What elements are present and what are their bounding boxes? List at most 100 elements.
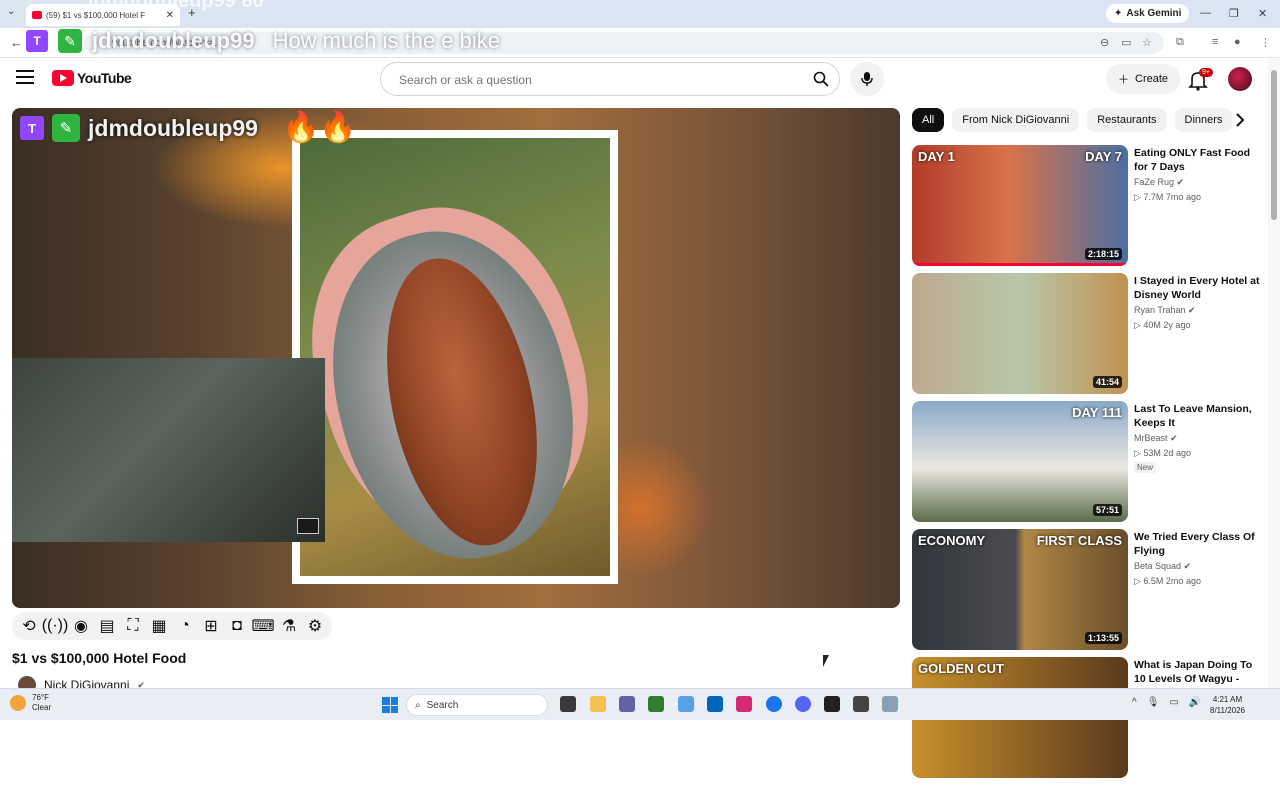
speed-gauge-icon[interactable]: ◔ xyxy=(176,617,194,635)
duration-badge: 2:18:15 xyxy=(1084,248,1122,260)
crop-icon[interactable]: ⛶ xyxy=(124,617,142,635)
task-view-icon[interactable] xyxy=(560,696,576,712)
chip-scroll-right-icon[interactable] xyxy=(1230,110,1250,130)
channel-name: MrBeast xyxy=(1134,433,1168,443)
video-thumbnail[interactable]: DAY 1 DAY 7 2:18:15 xyxy=(912,145,1128,266)
chrome-icon[interactable] xyxy=(766,696,782,712)
recommendation-title[interactable]: Eating ONLY Fast Food for 7 Days xyxy=(1134,146,1260,174)
loop-icon[interactable]: ⟲ xyxy=(20,617,38,635)
browser-menu-icon[interactable]: ⋮ xyxy=(1260,36,1271,49)
taskbar-clock[interactable]: 4:21 AM 8/11/2026 xyxy=(1210,694,1245,716)
recommendation-channel[interactable]: FaZe Rug ✔ xyxy=(1134,177,1184,188)
search-bar[interactable] xyxy=(380,62,840,96)
video-thumbnail[interactable]: DAY 111 57:51 xyxy=(912,401,1128,522)
temperature: 76°F xyxy=(32,693,49,702)
recommendation-title[interactable]: I Stayed in Every Hotel at Disney World xyxy=(1134,274,1260,302)
mic-tray-icon[interactable]: 🎙 xyxy=(1147,697,1160,708)
filter-chip[interactable]: Dinners xyxy=(1174,108,1233,132)
watched-eye-icon[interactable]: ◉ xyxy=(72,617,90,635)
tab-search-icon[interactable]: ⌄ xyxy=(7,6,15,17)
stream-chat-overlay: T ✎ jdmdoubleup99 How much is the e bike xyxy=(26,28,500,54)
recommendation-channel[interactable]: MrBeast ✔ xyxy=(1134,433,1178,444)
volume-icon[interactable]: 🔊 xyxy=(1189,697,1201,708)
audio-waves-icon[interactable]: ((·)) xyxy=(42,617,69,635)
obs-icon[interactable] xyxy=(824,696,840,712)
terminal-icon[interactable] xyxy=(648,696,664,712)
scrollbar-thumb[interactable] xyxy=(1271,70,1277,220)
recommendation-card[interactable]: 41:54 I Stayed in Every Hotel at Disney W… xyxy=(912,273,1264,394)
copilot-icon[interactable] xyxy=(678,696,694,712)
tray-chevron-icon[interactable]: ^ xyxy=(1132,697,1137,708)
keyboard-icon[interactable]: ⌨ xyxy=(251,617,274,635)
thumbnail-caption: GOLDEN CUT xyxy=(918,661,1004,676)
search-icon[interactable] xyxy=(813,71,829,87)
video-thumbnail[interactable]: 41:54 xyxy=(912,273,1128,394)
recommendation-title[interactable]: We Tried Every Class Of Flying xyxy=(1134,530,1260,558)
file-explorer-icon[interactable] xyxy=(590,696,606,712)
teams-icon[interactable] xyxy=(619,696,635,712)
plus-icon: ＋ xyxy=(1118,74,1129,86)
recommendation-card[interactable]: DAY 111 57:51 Last To Leave Mansion, Keeps… xyxy=(912,401,1264,522)
hamburger-menu-icon[interactable] xyxy=(16,70,34,86)
bookmark-star-icon[interactable]: ☆ xyxy=(1142,36,1152,49)
thumbnail-caption: ECONOMY xyxy=(918,533,986,548)
recommendation-card[interactable]: ECONOMY FIRST CLASS 1:13:55 We Tried Every … xyxy=(912,529,1264,650)
recommendation-card[interactable]: DAY 1 DAY 7 2:18:15 Eating ONLY Fast Food f… xyxy=(912,145,1264,266)
notepad-icon[interactable] xyxy=(882,696,898,712)
discord-icon[interactable] xyxy=(795,696,811,712)
filter-chip[interactable]: From Nick DiGiovanni xyxy=(952,108,1080,132)
filter-chip[interactable]: Restaurants xyxy=(1087,108,1167,132)
weather-widget[interactable]: 76°F Clear xyxy=(10,693,51,713)
recommendation-meta: ▷ 6.5M 2mo ago xyxy=(1134,576,1201,586)
reading-list-icon[interactable]: ≡ xyxy=(1212,36,1218,48)
clapper-icon[interactable]: ▤ xyxy=(98,617,116,635)
page-scrollbar[interactable] xyxy=(1268,58,1280,688)
zoom-icon[interactable]: ⊖ xyxy=(1100,36,1109,49)
add-frame-icon[interactable]: ⊞ xyxy=(202,617,220,635)
windows-taskbar: 76°F Clear ⌕ Search ^ 🎙 ▭ 🔊 4:21 AM 8/11… xyxy=(0,688,1280,720)
taskbar-search[interactable]: ⌕ Search xyxy=(406,694,548,716)
video-thumbnail[interactable]: ECONOMY FIRST CLASS 1:13:55 xyxy=(912,529,1128,650)
store-icon[interactable] xyxy=(707,696,723,712)
window-close-icon[interactable]: ✕ xyxy=(1258,7,1267,20)
ask-gemini-label: Ask Gemini xyxy=(1126,8,1182,19)
instagram-icon[interactable] xyxy=(736,696,752,712)
windows-start-icon[interactable] xyxy=(382,697,398,713)
voice-search-button[interactable] xyxy=(850,62,884,96)
create-button[interactable]: ＋ Create xyxy=(1106,64,1181,94)
account-avatar[interactable] xyxy=(1228,67,1252,91)
video-player[interactable]: 🔥🔥 xyxy=(12,108,900,608)
youtube-masthead: YouTube ＋ Create 9+ xyxy=(0,58,1268,102)
filter-chip[interactable]: All xyxy=(912,108,945,132)
webcam-pip-overlay xyxy=(12,358,325,542)
verified-check-icon: ✔ xyxy=(1174,177,1185,187)
profile-icon[interactable]: ● xyxy=(1234,36,1241,48)
frames-icon[interactable]: ▦ xyxy=(150,617,168,635)
thumbnail-caption: DAY 111 xyxy=(1072,405,1122,420)
maximize-icon[interactable]: ❐ xyxy=(1229,7,1239,20)
youtube-logo[interactable]: YouTube xyxy=(52,70,132,86)
extensions-icon[interactable]: ⧉ xyxy=(1176,36,1184,49)
youtube-favicon-icon xyxy=(32,11,42,19)
recommendation-title[interactable]: Last To Leave Mansion, Keeps It xyxy=(1134,402,1260,430)
notification-count-badge: 9+ xyxy=(1199,68,1213,77)
network-icon[interactable]: ▭ xyxy=(1169,697,1178,708)
recommendation-meta: ▷ 7.7M 7mo ago xyxy=(1134,192,1201,202)
twitch-icon: T xyxy=(26,30,48,52)
create-label: Create xyxy=(1135,73,1169,85)
lab-flask-icon[interactable]: ⚗ xyxy=(280,617,298,635)
back-arrow-icon[interactable]: ← xyxy=(10,35,23,50)
settings-gear-icon[interactable]: ⚙ xyxy=(306,617,324,635)
recommendation-channel[interactable]: Ryan Trahan ✔ xyxy=(1134,305,1196,316)
minimize-icon[interactable]: — xyxy=(1200,7,1211,19)
duration-badge: 57:51 xyxy=(1092,504,1122,516)
cast-icon[interactable]: ▭ xyxy=(1121,36,1131,49)
badge-rocket-icon: ✎ xyxy=(52,114,80,142)
recommendation-channel[interactable]: Beta Squad ✔ xyxy=(1134,561,1191,572)
screenshot-camera-icon[interactable]: ◘ xyxy=(228,617,246,635)
app-icon[interactable] xyxy=(853,696,869,712)
thumbnail-caption: DAY 7 xyxy=(1085,149,1122,164)
twitch-icon: T xyxy=(20,116,44,140)
search-input[interactable] xyxy=(399,70,779,90)
ask-gemini-button[interactable]: ✦ Ask Gemini xyxy=(1106,4,1190,23)
